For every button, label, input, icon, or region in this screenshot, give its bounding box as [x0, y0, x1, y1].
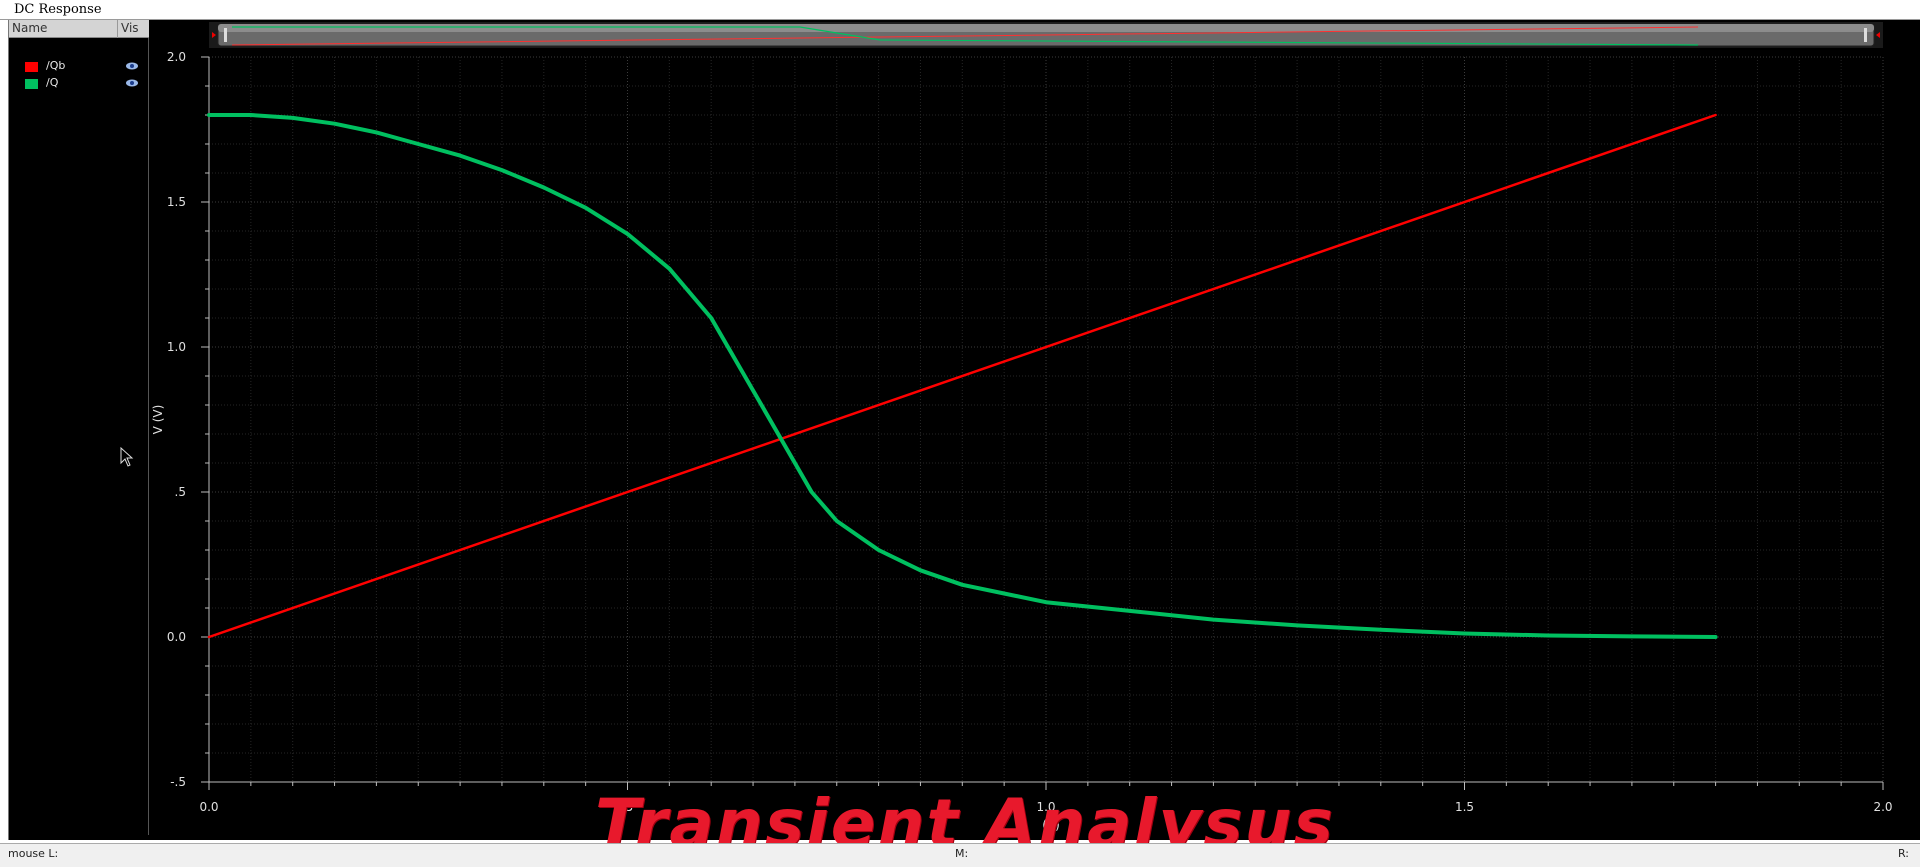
y-tick-label: 1.0 — [167, 340, 186, 354]
y-tick-label: 0.0 — [167, 630, 186, 644]
x-tick-label: 2.0 — [1873, 800, 1892, 814]
status-mouse-right: R: — [1898, 847, 1910, 860]
scroller-left-handle[interactable] — [224, 28, 227, 42]
status-mouse-middle: M: — [955, 847, 969, 860]
y-tick-label: -.5 — [170, 775, 186, 789]
x-tick-label: 0.0 — [199, 800, 218, 814]
y-axis-label: V (V) — [151, 405, 165, 435]
y-tick-label: .5 — [175, 485, 186, 499]
status-mouse-left: mouse L: — [8, 847, 59, 860]
y-tick-label: 1.5 — [167, 195, 186, 209]
x-tick-label: 1.5 — [1455, 800, 1474, 814]
status-bar: mouse L: M: R: — [0, 843, 1920, 867]
chart: 0.0.5 1.0 1.5 2.0-.50.0.51.01.52.0(V)V (V) — [151, 22, 1893, 832]
scroller-right-handle[interactable] — [1864, 28, 1867, 42]
y-tick-label: 2.0 — [167, 50, 186, 64]
